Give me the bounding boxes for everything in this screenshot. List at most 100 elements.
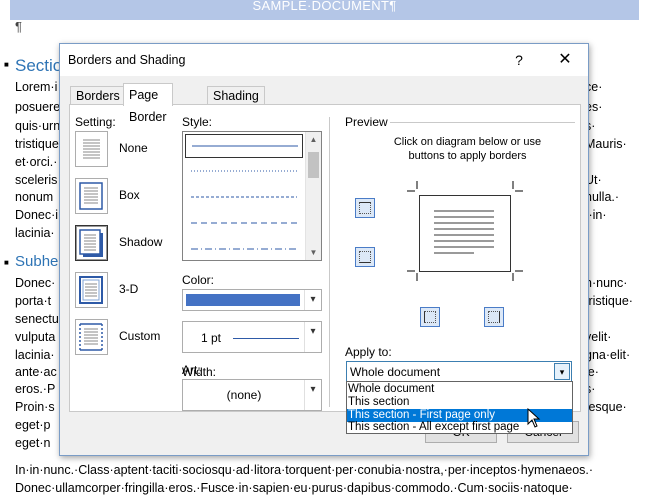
setting-custom[interactable]: Custom	[75, 319, 175, 359]
style-label: Style:	[182, 115, 213, 129]
apply-to-dropdown[interactable]: Whole document ▾	[346, 361, 572, 382]
top-border-button[interactable]	[355, 198, 375, 218]
doc-text-line: lacinia·	[15, 348, 55, 362]
apply-to-label: Apply to:	[345, 345, 392, 359]
doc-text-line: porta·t	[15, 294, 52, 308]
preview-text-line	[434, 234, 494, 236]
scroll-down-icon[interactable]: ▼	[306, 245, 321, 260]
panel-separator	[329, 117, 330, 407]
doc-text-line: eget·p	[15, 418, 51, 432]
setting-none-label: None	[119, 141, 148, 155]
doc-text-line: Donec·	[15, 276, 56, 290]
apply-to-option[interactable]: Whole document	[347, 383, 572, 396]
scroll-thumb[interactable]	[308, 152, 319, 178]
style-dash-option[interactable]	[185, 212, 303, 236]
preview-text-line	[434, 252, 474, 254]
chevron-down-icon[interactable]: ▾	[304, 290, 321, 310]
chevron-down-icon[interactable]: ▾	[304, 322, 321, 352]
setting-shadow[interactable]: Shadow	[75, 225, 175, 265]
preview-rule	[390, 122, 575, 123]
paragraph-mark: ¶	[15, 19, 22, 34]
tab-borders[interactable]: Borders	[70, 86, 126, 106]
help-button[interactable]: ?	[507, 49, 531, 71]
doc-text-line: gna·elit·	[585, 348, 631, 362]
width-dropdown[interactable]: 1 pt ▾	[182, 321, 322, 353]
doc-text-line: Lorem·i	[15, 80, 58, 94]
style-dotted-option[interactable]	[185, 160, 303, 184]
setting-box-label: Box	[119, 188, 140, 202]
doc-text-line: Donec·i	[15, 208, 59, 222]
bullet-mark-icon: ■	[4, 60, 9, 69]
page-preview[interactable]	[419, 195, 511, 272]
setting-shadow-label: Shadow	[119, 235, 163, 249]
doc-text-line: vulputa	[15, 330, 56, 344]
preview-text-line	[434, 240, 494, 242]
doc-text-line: In·in·nunc.·Class·aptent·taciti·sociosqu…	[15, 463, 594, 477]
left-border-button[interactable]	[420, 307, 440, 327]
setting-3d-icon	[75, 272, 108, 308]
style-dash-dot-option[interactable]	[185, 238, 303, 260]
right-border-button[interactable]	[484, 307, 504, 327]
color-swatch	[186, 294, 300, 306]
doc-text-line: tesque·	[585, 400, 627, 414]
apply-to-value: Whole document	[350, 365, 441, 379]
top-border-icon	[359, 202, 371, 214]
width-sample-line	[233, 338, 299, 339]
doc-text-line: nulla.·	[585, 190, 620, 204]
doc-text-line: tristique	[15, 137, 59, 151]
left-border-icon	[424, 311, 436, 323]
tab-page-border[interactable]: Page Border	[123, 83, 173, 124]
doc-text-line: sceleris	[15, 173, 58, 187]
doc-text-line: Proin·s	[15, 400, 55, 414]
borders-and-shading-dialog: Borders and Shading ? ✕ Borders Page Bor…	[59, 43, 589, 456]
setting-custom-icon	[75, 319, 108, 355]
setting-custom-label: Custom	[119, 329, 161, 343]
document-subheading: Subhe	[15, 253, 59, 270]
doc-text-line: eget·n	[15, 436, 51, 450]
preview-label: Preview	[345, 115, 388, 129]
style-list[interactable]: ▲ ▼	[182, 131, 322, 261]
style-small-dash-option[interactable]	[185, 186, 303, 210]
style-solid-option[interactable]	[185, 134, 303, 158]
preview-hint: Click on diagram below or use buttons to…	[393, 136, 542, 162]
doc-text-line: senectu	[15, 312, 59, 326]
preview-text-line	[434, 246, 494, 248]
document-heading: Sectio	[15, 56, 63, 75]
color-label: Color:	[182, 273, 215, 287]
setting-shadow-icon	[75, 225, 108, 261]
art-dropdown[interactable]: (none) ▾	[182, 379, 322, 411]
setting-box[interactable]: Box	[75, 178, 175, 218]
doc-text-line: quis·urn	[15, 119, 61, 133]
scroll-up-icon[interactable]: ▲	[306, 132, 321, 147]
dialog-titlebar[interactable]: Borders and Shading ? ✕	[60, 44, 588, 76]
preview-text-line	[434, 210, 494, 212]
close-button[interactable]: ✕	[550, 49, 580, 71]
doc-text-line: Mauris·	[585, 137, 627, 151]
doc-text-line: nonum	[15, 190, 54, 204]
preview-text-line	[434, 216, 494, 218]
style-scrollbar[interactable]: ▲ ▼	[305, 132, 321, 260]
doc-text-line: et·orci.·	[15, 155, 58, 169]
page-border-panel: Setting: None Box Shadow 3-D Custom Styl…	[69, 104, 581, 412]
chevron-down-icon[interactable]: ▾	[554, 363, 570, 380]
tab-shading[interactable]: Shading	[207, 86, 265, 106]
doc-text-line: n·nunc·	[585, 276, 628, 290]
doc-text-line: posuere	[15, 100, 61, 114]
setting-box-icon	[75, 178, 108, 214]
art-label: Art:	[182, 363, 201, 377]
setting-3d[interactable]: 3-D	[75, 272, 175, 312]
doc-text-line: ante·ac	[15, 365, 57, 379]
chevron-down-icon[interactable]: ▾	[304, 380, 321, 410]
color-dropdown[interactable]: ▾	[182, 289, 322, 311]
doc-text-line: lacinia·	[15, 226, 55, 240]
setting-3d-label: 3-D	[119, 282, 139, 296]
bottom-border-icon	[359, 251, 371, 263]
preview-text-line	[434, 222, 494, 224]
setting-none[interactable]: None	[75, 131, 175, 171]
setting-label: Setting:	[75, 115, 116, 129]
doc-text-line: Donec·ullamcorper·fringilla·eros.·Fusce·…	[15, 481, 573, 495]
bottom-border-button[interactable]	[355, 247, 375, 267]
right-border-icon	[488, 311, 500, 323]
art-value: (none)	[226, 388, 262, 402]
doc-text-line: tristique·	[585, 294, 633, 308]
